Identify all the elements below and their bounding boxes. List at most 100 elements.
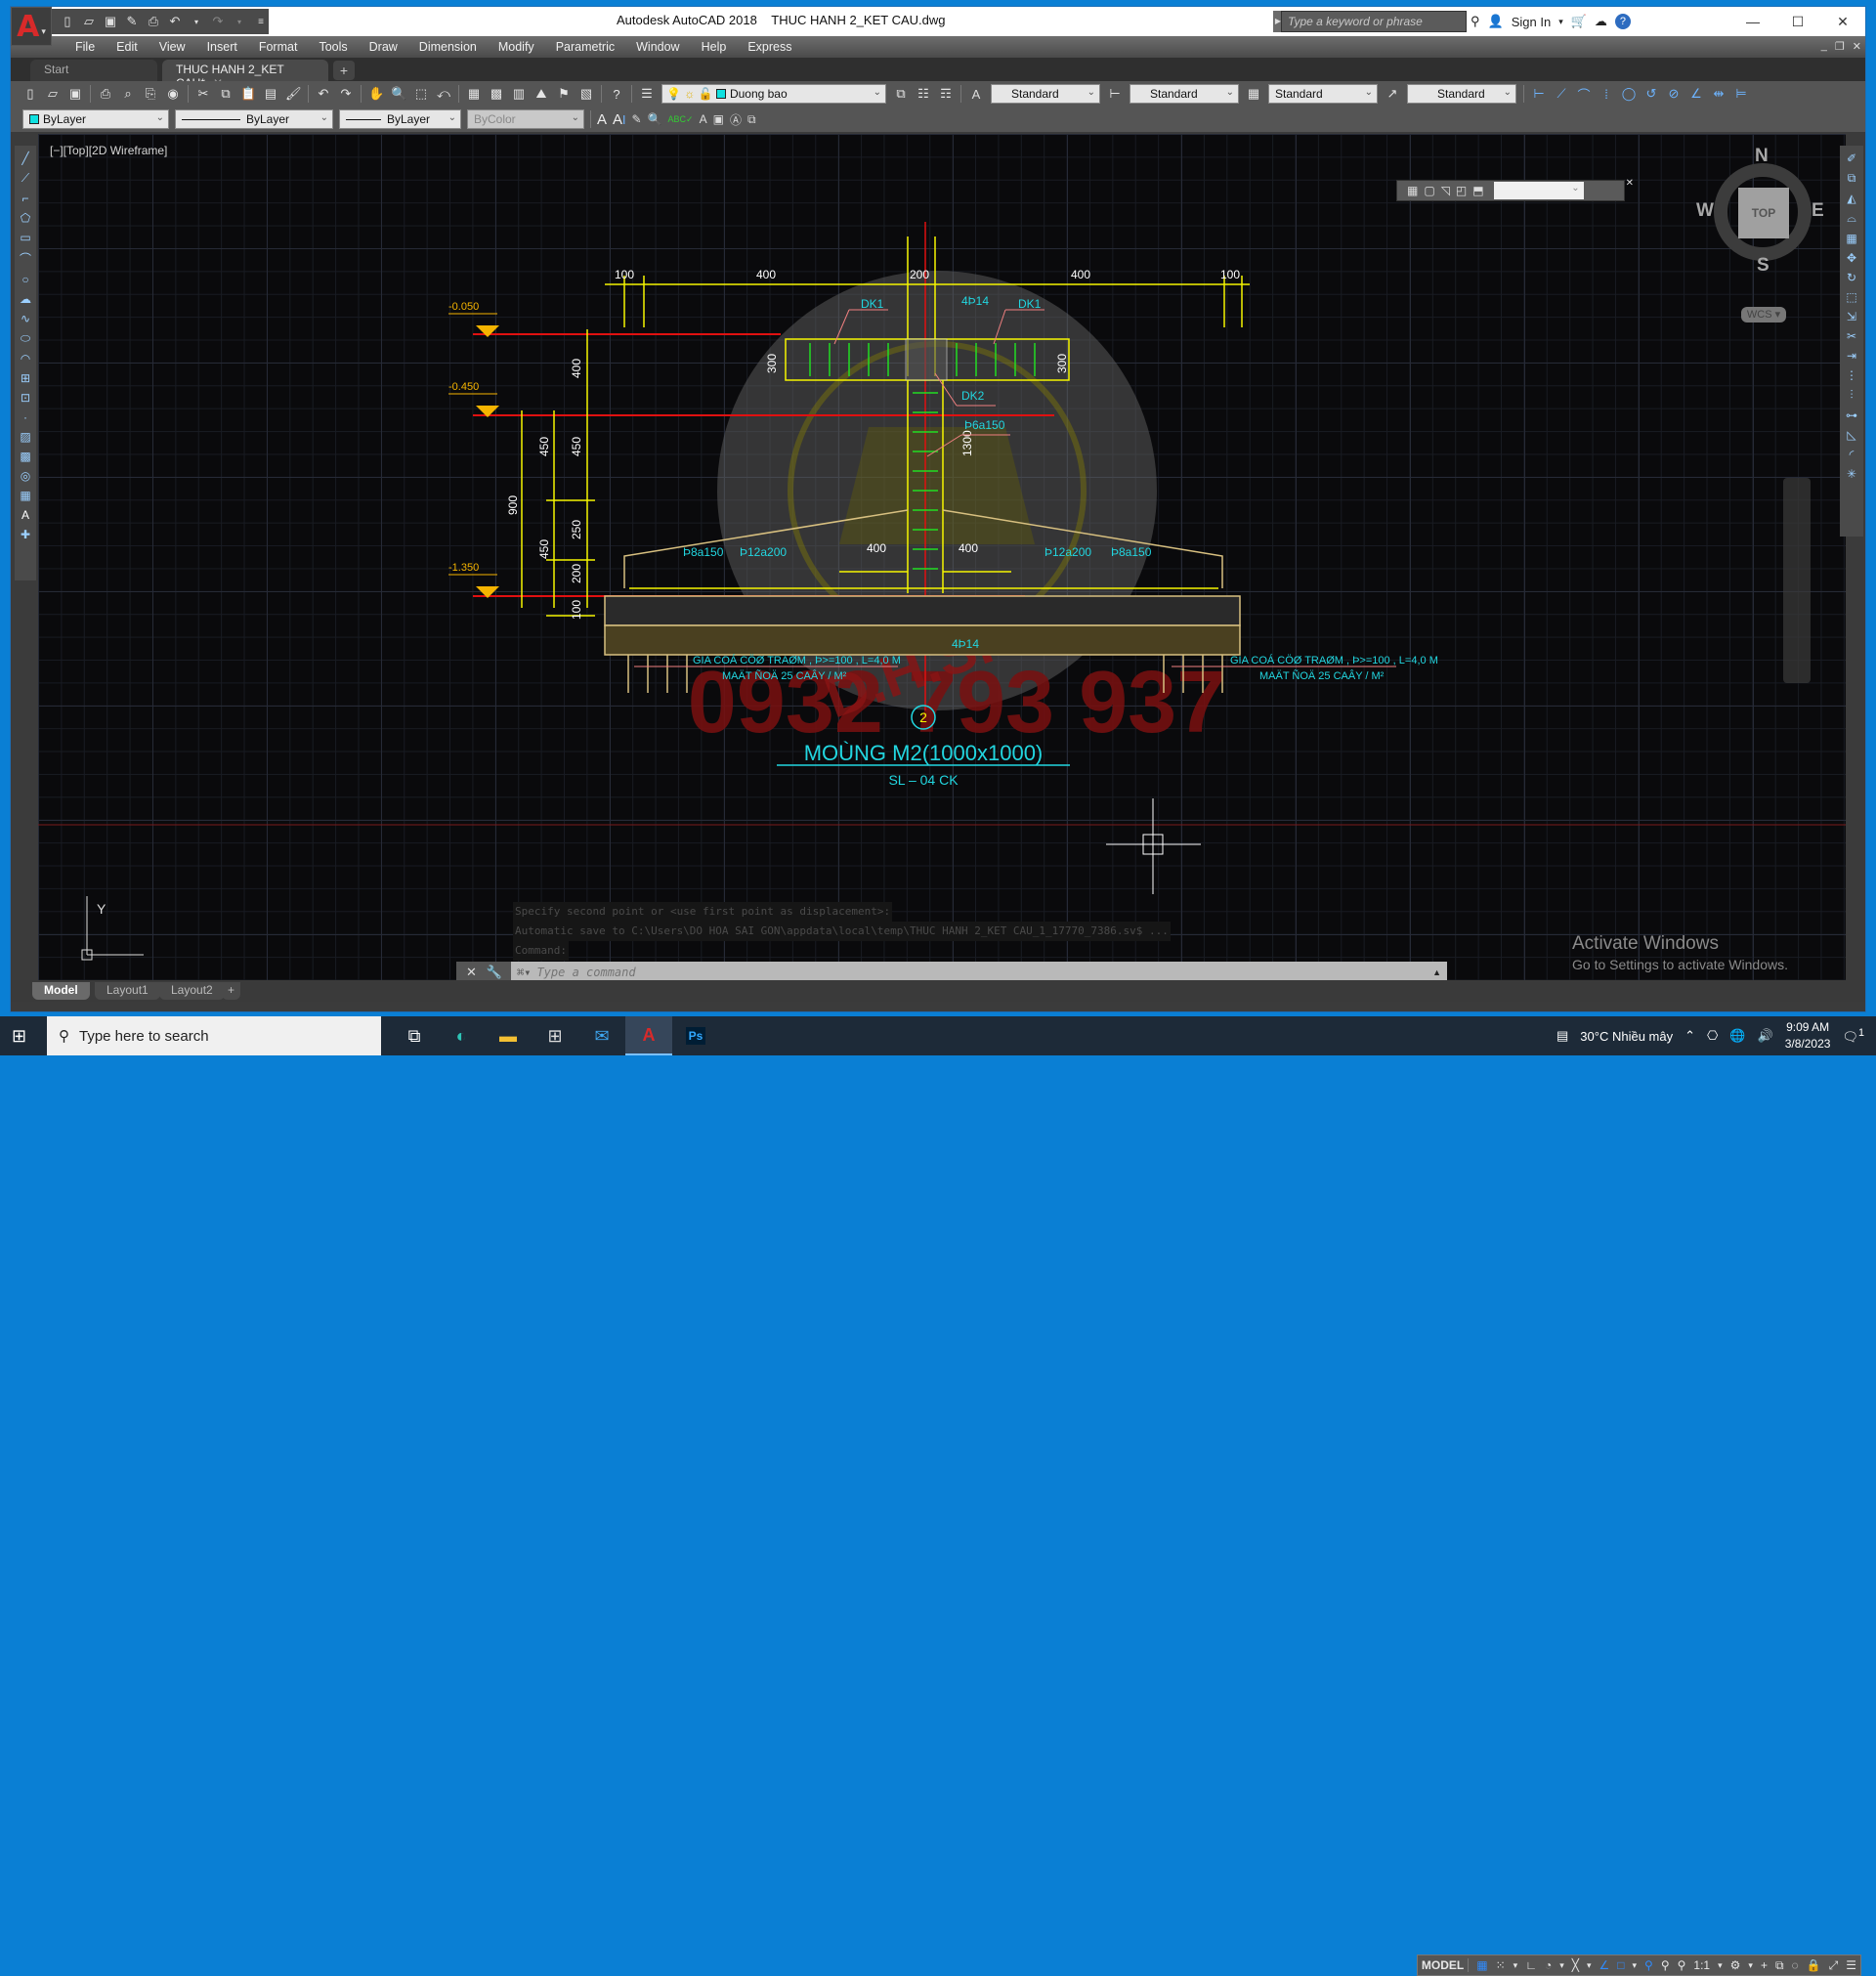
stretch-icon[interactable]: ⇲ [1847,310,1856,323]
diameter-dim-icon[interactable]: ⊘ [1666,86,1682,102]
layer-previous-icon[interactable]: ☷ [916,86,931,102]
ellipse-arc-icon[interactable]: ◠ [21,352,30,365]
plot-preview-icon[interactable]: ⌕ [120,86,136,102]
rotate-icon[interactable]: ↻ [1847,271,1856,284]
windows-start-button[interactable]: ⊞ [12,1026,26,1047]
lock-ui-icon[interactable]: 🔒 [1807,1958,1821,1972]
meet-now-icon[interactable]: ⎔ [1707,1028,1718,1044]
paste-icon[interactable]: 📋 [240,86,256,102]
binoculars-icon[interactable]: ⚲ [1471,14,1480,29]
isodraft-dropdown-icon[interactable]: ▾ [1587,1960,1592,1971]
cart-icon[interactable]: 🛒 [1571,14,1587,29]
aligned-dim-icon[interactable]: ⟋ [1554,86,1569,102]
sign-in-dropdown-icon[interactable]: ▾ [1558,17,1563,27]
add-selected-icon[interactable]: ✚ [21,528,30,541]
undo-icon[interactable]: ↶ [167,14,183,29]
break-icon[interactable]: ⫶ [1850,388,1853,403]
customize-icon[interactable]: 🔧 [487,965,502,980]
layer-lock-icon[interactable]: 🔓 [699,87,713,101]
layer-thaw-icon[interactable]: ☼ [684,87,695,101]
command-input[interactable] [531,966,1433,979]
text-style-dropdown[interactable]: Standard ⌄ [991,84,1100,104]
tool-palettes-icon[interactable]: ▥ [511,86,527,102]
dim-style-icon[interactable]: ⊢ [1107,86,1123,102]
multiline-text-icon[interactable]: A [597,111,607,128]
zoom-realtime-icon[interactable]: 🔍 [391,86,406,102]
minimize-button[interactable]: — [1730,7,1775,36]
microsoft-store-icon[interactable]: ⊞ [532,1016,578,1055]
plot-icon[interactable]: ⎙ [146,14,161,29]
menu-draw[interactable]: Draw [359,40,408,54]
maximize-button[interactable]: ☐ [1775,7,1820,36]
annotation-monitor-icon[interactable]: + [1761,1958,1768,1972]
tab-drawing[interactable]: THUC HANH 2_KET CAU*✕ [162,60,328,90]
edge-icon[interactable]: ◐ [438,1016,485,1055]
new-tab-button[interactable]: + [333,61,355,80]
arc-length-icon[interactable]: ⌒ [1576,85,1592,104]
tab-model[interactable]: Model [32,982,90,1000]
scale-dropdown-icon[interactable]: ▾ [1718,1960,1723,1971]
save-as-icon[interactable]: ✎ [124,14,140,29]
help-search-input[interactable]: Type a keyword or phrase [1281,11,1467,32]
help-button[interactable]: ? [1614,14,1631,29]
mleader-style-icon[interactable]: ↗ [1385,86,1400,102]
revision-cloud-icon[interactable]: ☁ [20,292,31,306]
mail-icon[interactable]: ✉ [578,1016,625,1055]
mirror-icon[interactable]: ◭ [1847,192,1855,205]
recent-commands-icon[interactable]: ⌘▾ [517,966,531,979]
spline-icon[interactable]: ∿ [21,312,30,325]
table-icon[interactable]: ▦ [20,489,30,502]
lineweight-dropdown[interactable]: ByLayer ⌄ [339,109,461,129]
sign-in-button[interactable]: Sign In [1512,15,1551,29]
construction-line-icon[interactable]: ⟋ [21,171,29,186]
table-style-dropdown[interactable]: Standard ⌄ [1268,84,1378,104]
erase-icon[interactable]: ✐ [1847,151,1856,165]
help-icon[interactable]: ? [609,87,624,102]
workspace-dropdown-icon[interactable]: ▾ [1748,1960,1753,1971]
offset-icon[interactable]: ⌓ [1847,211,1856,226]
polyline-icon[interactable]: ⌐ [21,192,28,205]
make-current-icon[interactable]: ⧉ [893,86,909,102]
move-icon[interactable]: ✥ [1847,251,1856,265]
find-icon[interactable]: 🔍 [648,112,662,126]
match-properties-icon[interactable]: 🖌 [285,86,302,102]
sheet-set-icon[interactable]: ⛰ [533,86,549,102]
close-command-line-icon[interactable]: ✕ [466,965,477,980]
menu-modify[interactable]: Modify [488,40,545,54]
workspace-gear-icon[interactable]: ⚙ [1730,1958,1741,1972]
fillet-icon[interactable]: ◜ [1850,448,1855,461]
hatch-icon[interactable]: ▨ [20,430,30,444]
cut-icon[interactable]: ✂ [195,86,211,102]
publish-icon[interactable]: ⎘ [143,86,158,102]
table-style-icon[interactable]: ▦ [1246,86,1261,102]
edit-text-icon[interactable]: ✎ [632,112,642,126]
undo-icon[interactable]: ↶ [316,86,331,102]
ortho-toggle-icon[interactable]: ∟ [1525,1958,1537,1972]
annotation-scale-value[interactable]: 1:1 [1693,1958,1710,1972]
ordinate-dim-icon[interactable]: ⁞ [1599,87,1614,102]
menu-parametric[interactable]: Parametric [545,40,625,54]
user-icon[interactable]: 👤 [1488,14,1504,29]
news-weather-icon[interactable]: ▤ [1556,1028,1568,1044]
block-editor-icon[interactable]: ▤ [263,86,278,102]
angular-dim-icon[interactable]: ∠ [1688,86,1704,102]
model-space-button[interactable]: MODEL [1422,1958,1470,1972]
units-icon[interactable]: ⧉ [1775,1958,1784,1973]
trim-icon[interactable]: ✂ [1847,329,1856,343]
undo-dropdown-icon[interactable]: ▾ [189,18,204,26]
justify-text-icon[interactable]: Ⓐ [730,111,742,128]
text-style-icon[interactable]: A [700,112,707,126]
layer-on-icon[interactable]: 💡 [666,87,681,101]
zoom-previous-icon[interactable]: ⤺ [436,86,451,102]
tab-layout2[interactable]: Layout2 [159,982,225,1000]
scale-text-icon[interactable]: ▣ [713,112,724,126]
line-icon[interactable]: ╱ [21,151,28,165]
insert-block-icon[interactable]: ⊞ [21,371,30,385]
add-layout-button[interactable]: + [222,982,241,1000]
weather-text[interactable]: 30°C Nhiều mây [1580,1029,1673,1044]
arc-icon[interactable]: ⌒ [20,250,31,267]
customize-qat-icon[interactable]: ≡ [253,17,269,27]
annotation-visibility-icon[interactable]: ⚲ [1644,1958,1653,1972]
design-center-icon[interactable]: ▩ [489,86,504,102]
copy-icon[interactable]: ⧉ [218,86,234,102]
